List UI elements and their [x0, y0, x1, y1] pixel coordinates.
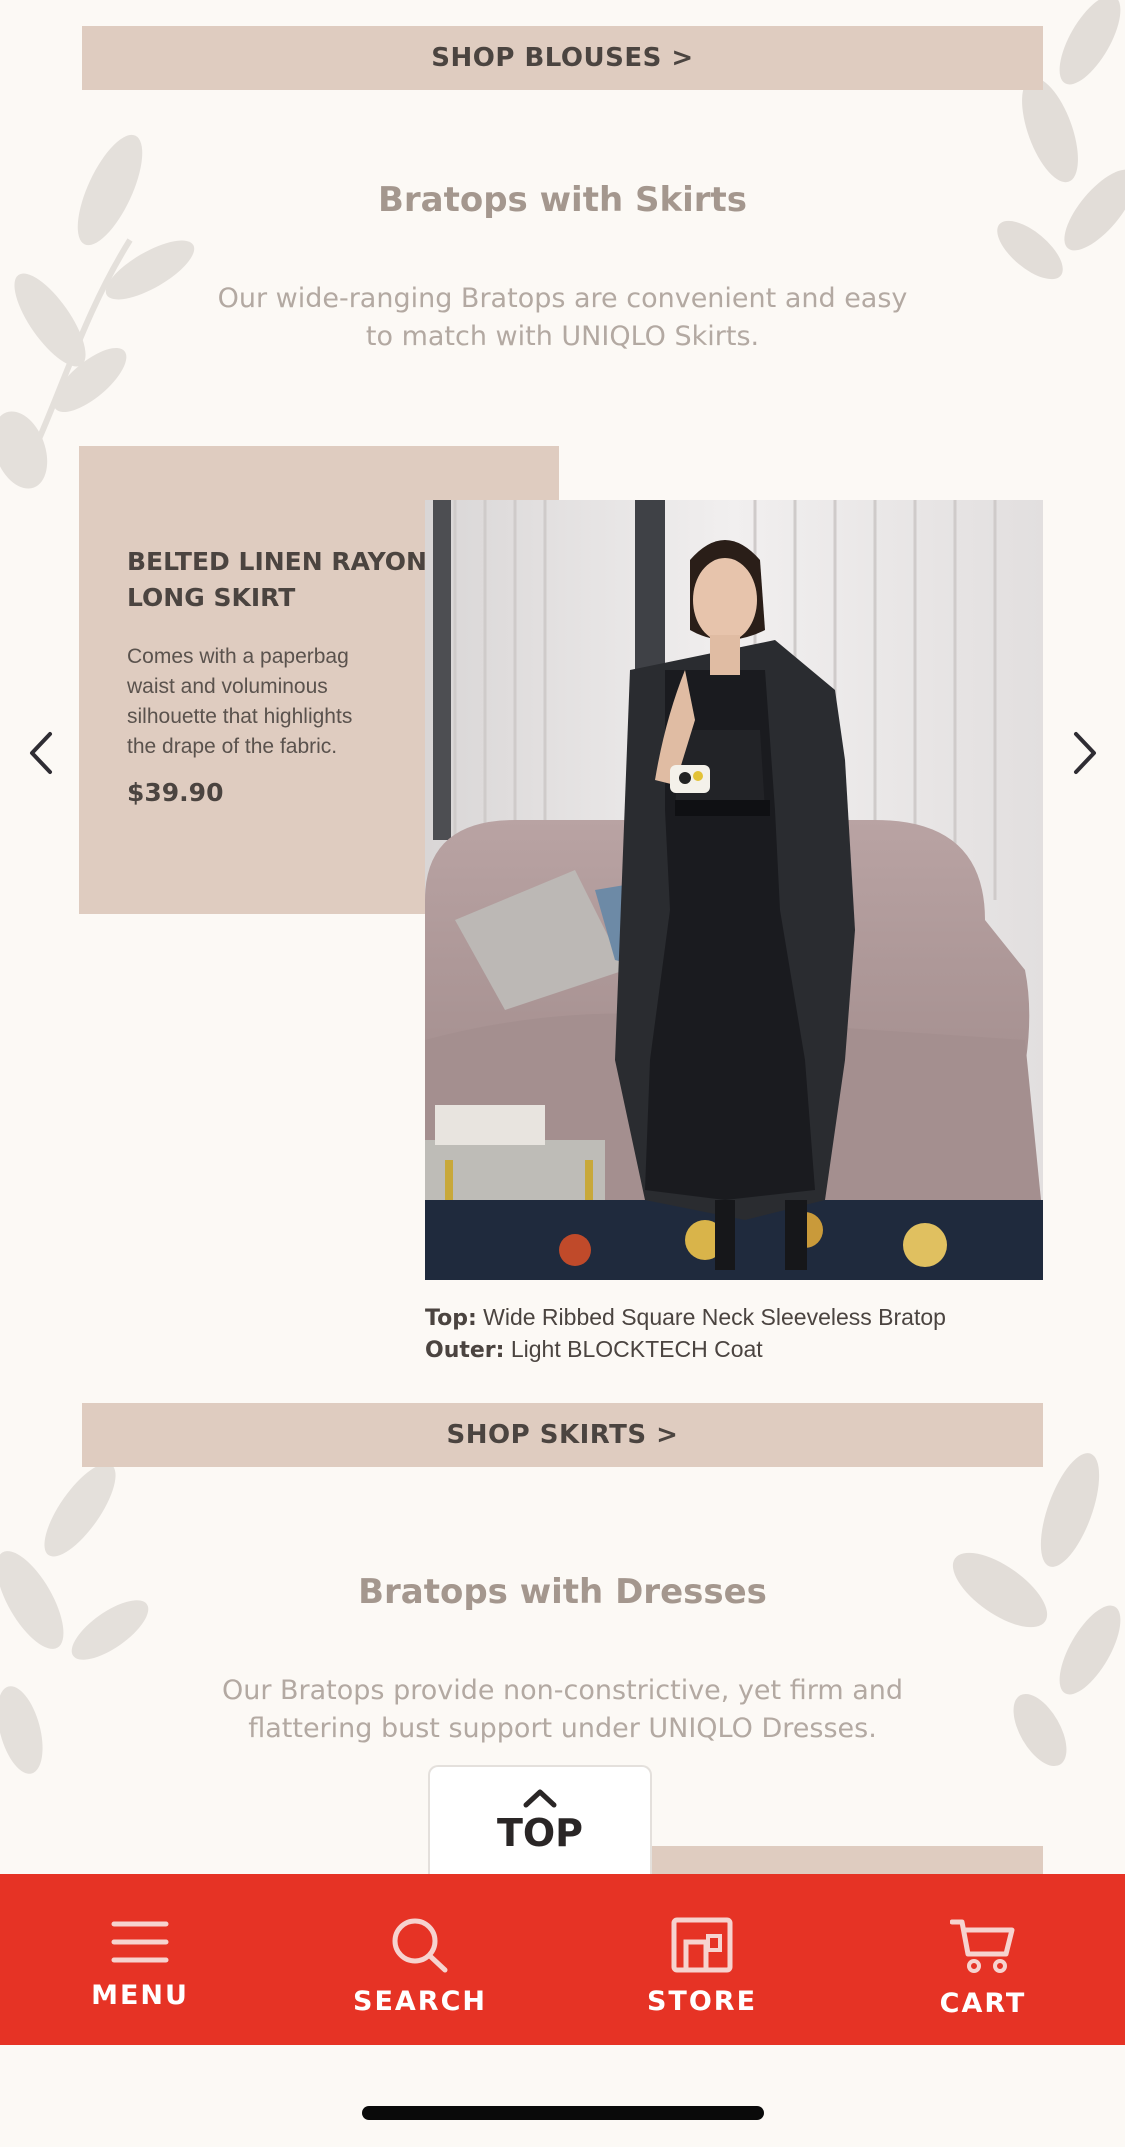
store-icon — [671, 1917, 733, 1973]
nav-store-label: STORE — [646, 1986, 758, 2017]
leaf-decoration-icon — [0, 1463, 149, 1774]
nav-menu[interactable]: MENU — [10, 1874, 270, 2045]
back-to-top-label: TOP — [496, 1811, 584, 1855]
section-title-skirts: Bratops with Skirts — [377, 180, 748, 220]
section-title-dresses: Bratops with Dresses — [358, 1572, 767, 1612]
cart-icon — [950, 1919, 1015, 1973]
nav-menu-label: MENU — [91, 1980, 189, 2011]
bottom-navigation: MENU SEARCH STORE CART — [0, 1874, 1125, 2045]
product-name: BELTED LINEN RAYON LONG SKIRT — [127, 547, 427, 612]
nav-search-label: SEARCH — [353, 1986, 487, 2017]
chevron-left-icon[interactable] — [20, 728, 60, 778]
caption-outer-value[interactable]: Light BLOCKTECH Coat — [511, 1336, 763, 1362]
outfit-caption: Top: Wide Ribbed Square Neck Sleeveless … — [425, 1302, 1065, 1366]
back-to-top-button[interactable]: TOP — [428, 1765, 652, 1875]
product-description: Comes with a paperbag waist and volumino… — [127, 645, 353, 758]
caption-top-value[interactable]: Wide Ribbed Square Neck Sleeveless Brato… — [483, 1304, 946, 1330]
shop-skirts-button[interactable]: SHOP SKIRTS > — [82, 1403, 1043, 1467]
next-card-edge — [652, 1846, 1043, 1876]
menu-icon — [111, 1921, 169, 1963]
nav-search[interactable]: SEARCH — [290, 1874, 550, 2045]
search-icon — [392, 1918, 448, 1973]
chevron-up-icon — [523, 1789, 557, 1808]
caption-outer-label: Outer: — [425, 1338, 505, 1363]
nav-cart[interactable]: CART — [853, 1874, 1113, 2045]
shop-blouses-button[interactable]: SHOP BLOUSES > — [82, 26, 1043, 90]
chevron-right-icon[interactable] — [1066, 728, 1106, 778]
product-price: $39.90 — [127, 778, 224, 807]
section-description-dresses: Our Bratops provide non-constrictive, ye… — [221, 1675, 904, 1744]
caption-top-label: Top: — [425, 1306, 477, 1331]
product-photo[interactable] — [425, 500, 1043, 1280]
nav-store[interactable]: STORE — [572, 1874, 832, 2045]
model-photo-illustration — [425, 500, 1043, 1280]
leaf-decoration-icon — [0, 134, 195, 489]
home-indicator[interactable] — [362, 2106, 764, 2120]
section-description-skirts: Our wide-ranging Bratops are convenient … — [217, 283, 908, 352]
nav-cart-label: CART — [939, 1988, 1027, 2019]
